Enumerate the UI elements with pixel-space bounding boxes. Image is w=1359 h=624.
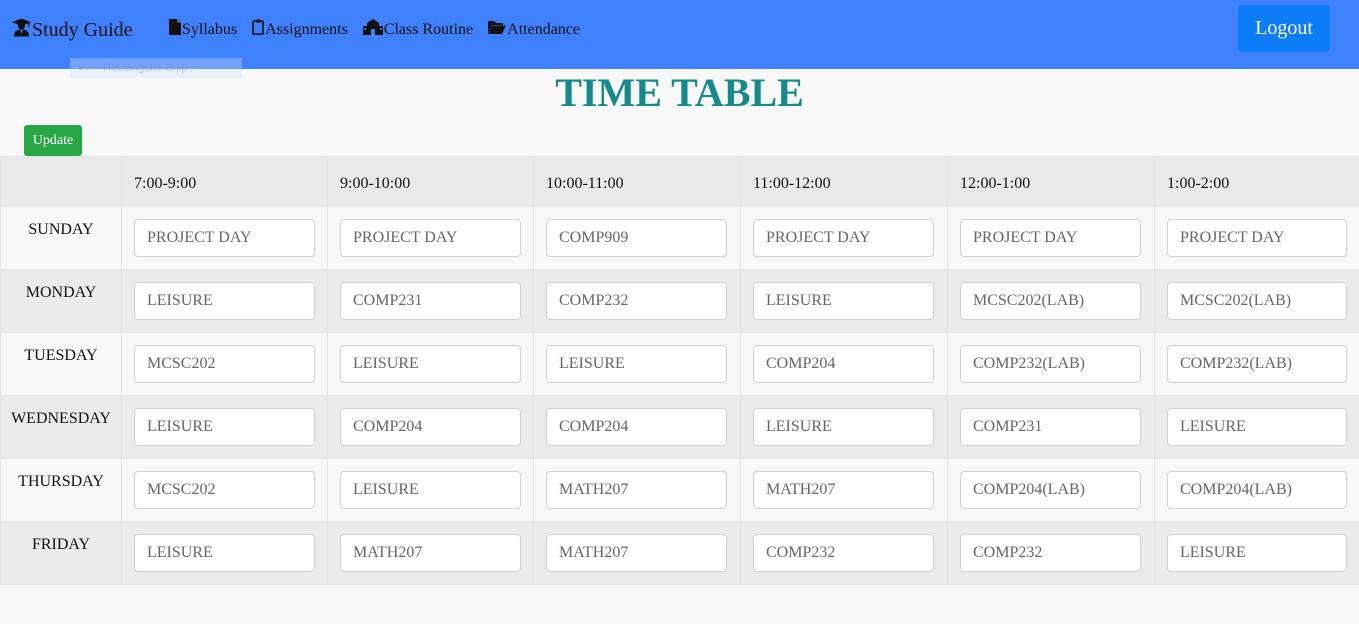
- slot-input[interactable]: [753, 534, 934, 572]
- nav-syllabus-label: Syllabus: [182, 20, 238, 38]
- day-label: MONDAY: [0, 269, 122, 333]
- header-time-slot: 7:00-9:00: [121, 156, 328, 207]
- timetable-header-row: 7:00-9:00 9:00-10:00 10:00-11:00 11:00-1…: [0, 156, 1359, 207]
- nav-class-routine-label: Class Routine: [383, 20, 474, 38]
- nav-syllabus[interactable]: Syllabus: [169, 19, 237, 40]
- table-row: WEDNESDAY: [0, 395, 1359, 459]
- slot-input[interactable]: [960, 345, 1141, 383]
- slot-input[interactable]: [340, 408, 521, 446]
- slot-input[interactable]: [546, 534, 727, 572]
- slot-input[interactable]: [134, 471, 315, 509]
- slot-input[interactable]: [960, 471, 1141, 509]
- nav-class-routine[interactable]: Class Routine: [362, 19, 474, 40]
- slot-input[interactable]: [340, 345, 521, 383]
- brand-title: Study Guide: [32, 18, 133, 41]
- update-button[interactable]: Update: [24, 125, 82, 156]
- table-row: FRIDAY: [0, 521, 1359, 585]
- slot-input[interactable]: [546, 408, 727, 446]
- nav-assignments[interactable]: Assignments: [252, 19, 348, 40]
- graduate-icon: [12, 17, 32, 43]
- logout-button[interactable]: Logout: [1238, 5, 1330, 52]
- day-label: WEDNESDAY: [0, 395, 122, 459]
- table-row: SUNDAY: [0, 206, 1359, 270]
- table-row: THURSDAY: [0, 458, 1359, 522]
- slot-input[interactable]: [753, 471, 934, 509]
- header-corner: [0, 156, 122, 207]
- slot-input[interactable]: [1167, 219, 1347, 257]
- slot-input[interactable]: [546, 282, 727, 320]
- slot-input[interactable]: [340, 534, 521, 572]
- nav-attendance-label: Attendance: [507, 20, 580, 38]
- day-label: FRIDAY: [0, 521, 122, 585]
- header-time-slot: 1:00-2:00: [1154, 156, 1359, 207]
- header-time-slot: 9:00-10:00: [327, 156, 534, 207]
- table-row: TUESDAY: [0, 332, 1359, 396]
- slot-input[interactable]: [753, 282, 934, 320]
- clipboard-icon: [252, 19, 265, 40]
- day-label: THURSDAY: [0, 458, 122, 522]
- slot-input[interactable]: [1167, 282, 1347, 320]
- header-time-slot: 11:00-12:00: [740, 156, 948, 207]
- slot-input[interactable]: [134, 282, 315, 320]
- slot-input[interactable]: [1167, 408, 1347, 446]
- slot-input[interactable]: [960, 408, 1141, 446]
- folder-open-icon: [488, 19, 507, 40]
- header-time-slot: 12:00-1:00: [947, 156, 1155, 207]
- slot-input[interactable]: [340, 471, 521, 509]
- nav-attendance[interactable]: Attendance: [488, 19, 580, 40]
- slot-input[interactable]: [134, 408, 315, 446]
- slot-input[interactable]: [960, 282, 1141, 320]
- brand-link[interactable]: Study Guide: [12, 17, 133, 43]
- school-icon: [362, 19, 384, 40]
- slot-input[interactable]: [1167, 345, 1347, 383]
- slot-input[interactable]: [1167, 471, 1347, 509]
- table-row: MONDAY: [0, 269, 1359, 333]
- timetable: 7:00-9:00 9:00-10:00 10:00-11:00 11:00-1…: [0, 156, 1359, 585]
- slot-input[interactable]: [546, 219, 727, 257]
- slot-input[interactable]: [753, 345, 934, 383]
- slot-input[interactable]: [546, 471, 727, 509]
- nav-links: Syllabus Assignments Class Routine Atten…: [169, 19, 595, 40]
- slot-input[interactable]: [134, 345, 315, 383]
- file-icon: [169, 19, 182, 40]
- slot-input[interactable]: [546, 345, 727, 383]
- slot-input[interactable]: [753, 219, 934, 257]
- day-label: TUESDAY: [0, 332, 122, 396]
- slot-input[interactable]: [960, 219, 1141, 257]
- page-title: TIME TABLE: [555, 70, 804, 115]
- slot-input[interactable]: [340, 219, 521, 257]
- header-time-slot: 10:00-11:00: [533, 156, 741, 207]
- slot-input[interactable]: [134, 534, 315, 572]
- nav-assignments-label: Assignments: [265, 20, 348, 38]
- slot-input[interactable]: [753, 408, 934, 446]
- slot-input[interactable]: [960, 534, 1141, 572]
- slot-input[interactable]: [340, 282, 521, 320]
- slot-input[interactable]: [134, 219, 315, 257]
- slot-input[interactable]: [1167, 534, 1347, 572]
- day-label: SUNDAY: [0, 206, 122, 270]
